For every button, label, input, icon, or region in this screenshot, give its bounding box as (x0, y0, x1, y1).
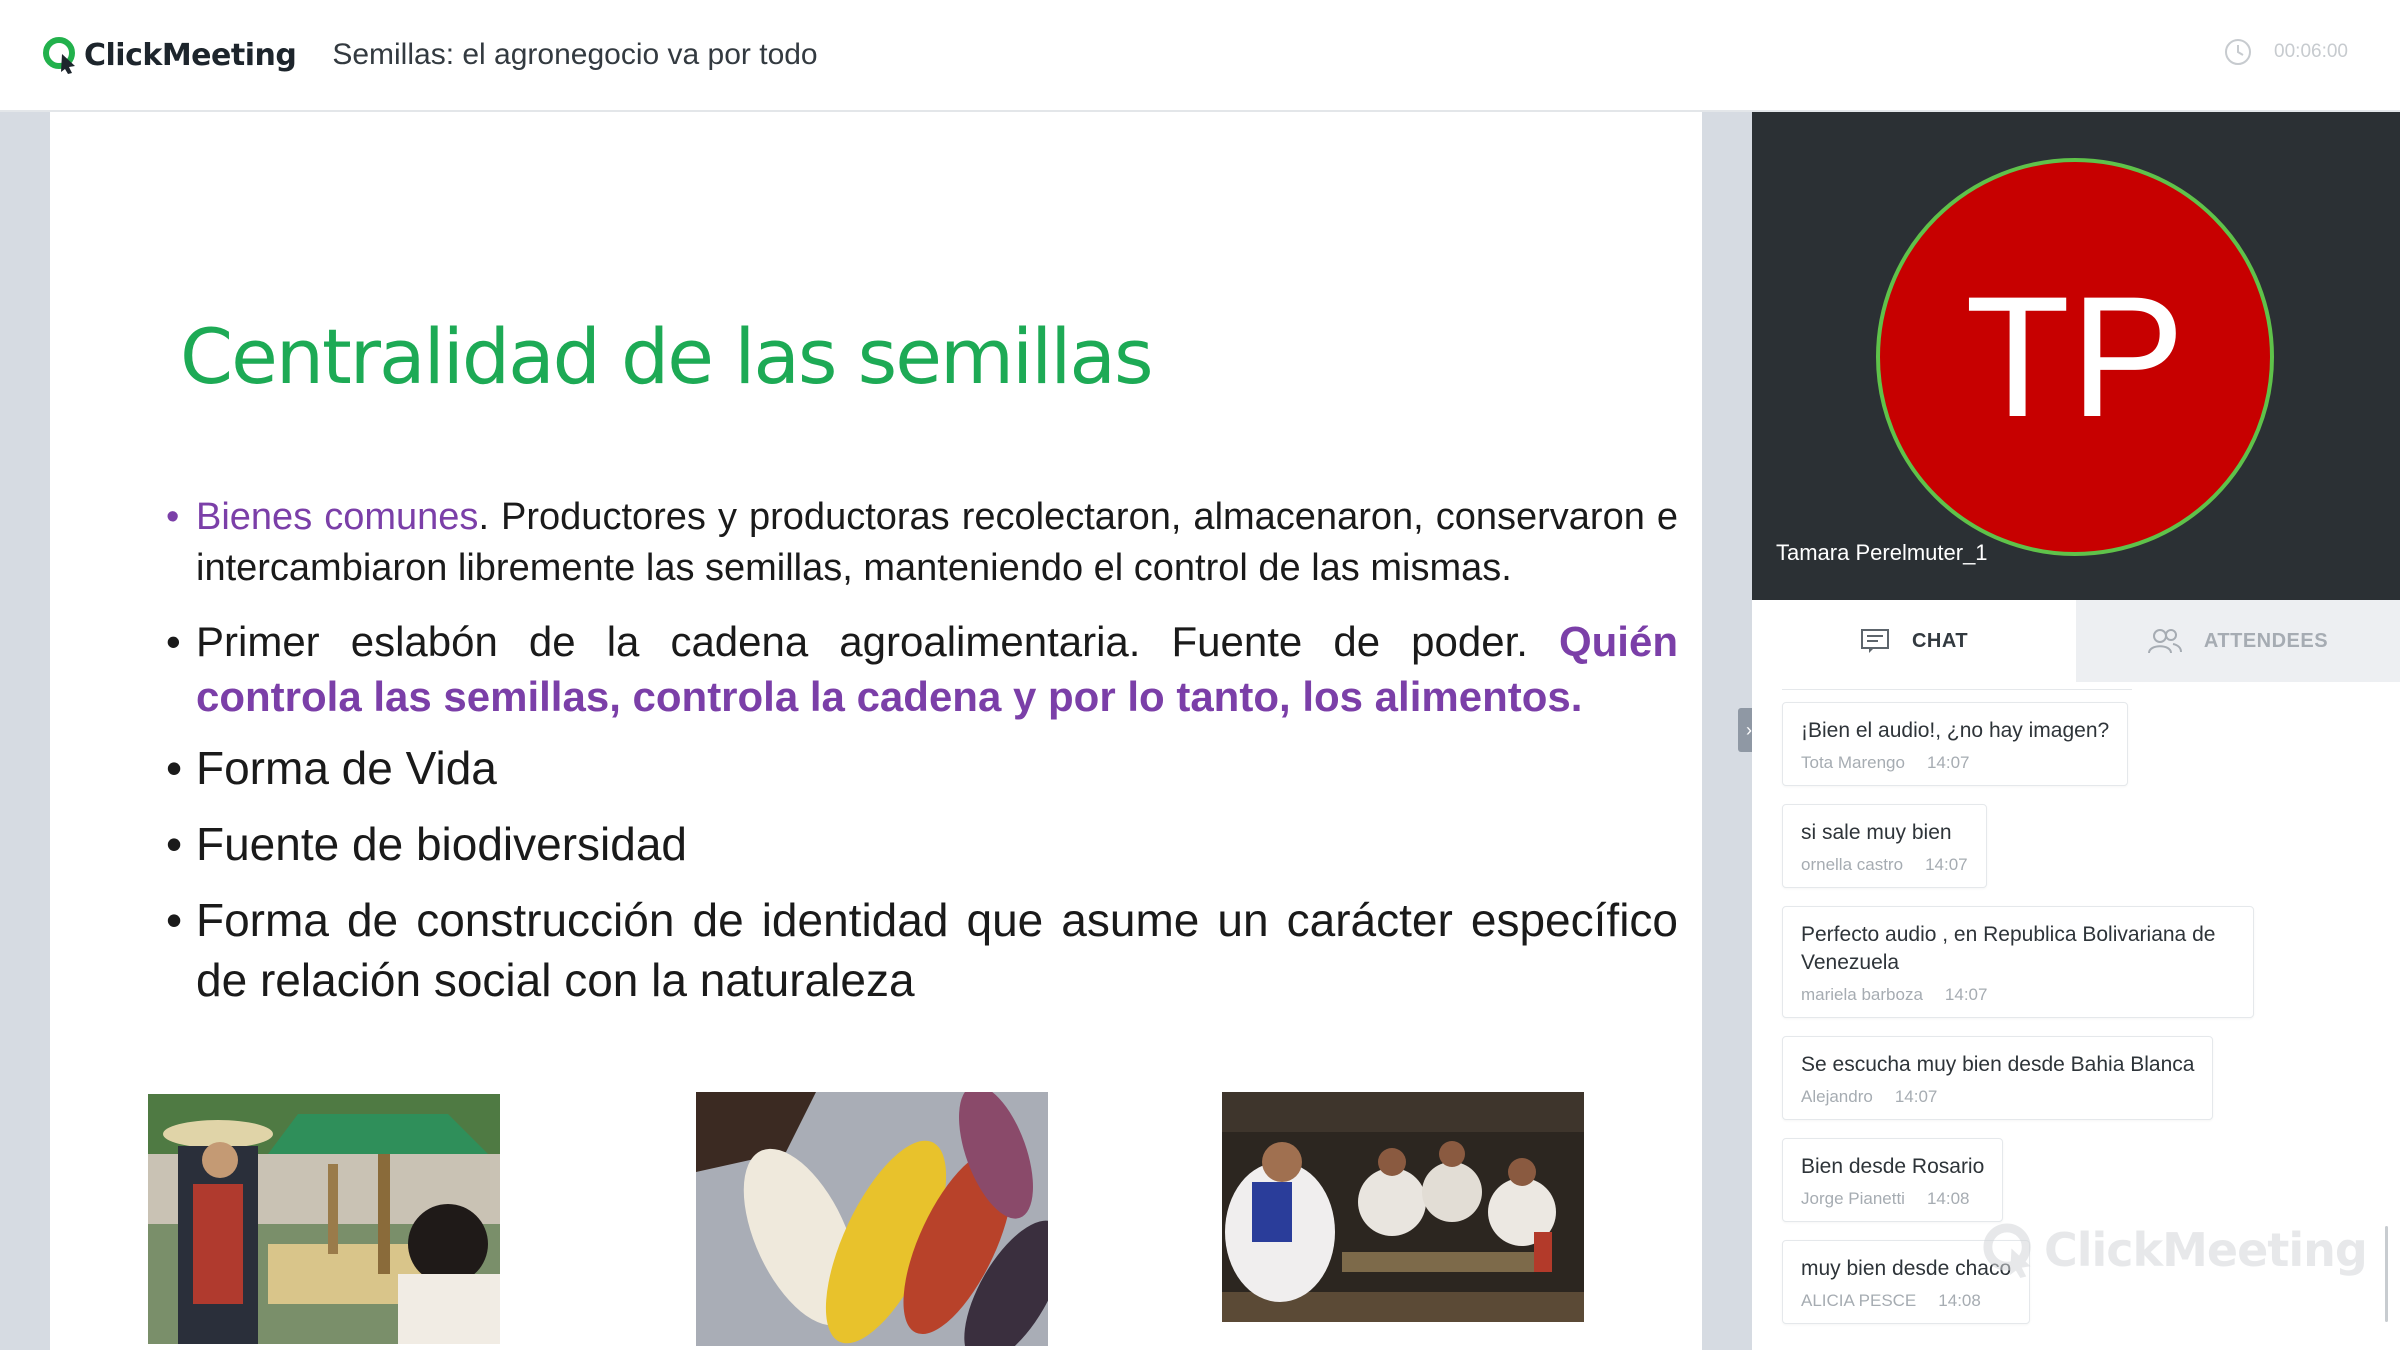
chat-message-author: Jorge Pianetti (1801, 1189, 1905, 1208)
chat-message: ¡Bien el audio!, ¿no hay imagen? Tota Ma… (1782, 702, 2129, 786)
slide-photo-ceremony (1222, 1092, 1584, 1322)
clickmeeting-watermark-icon (1983, 1223, 2031, 1278)
watermark-text: ClickMeeting (2044, 1223, 2368, 1277)
chat-message-author: Alejandro (1801, 1087, 1873, 1106)
slide-bullet-1: Bienes comunes. Productores y productora… (166, 492, 1678, 594)
presenter-avatar: TP (1876, 158, 2274, 556)
chat-message-meta: Alejandro 14:07 (1801, 1087, 2194, 1107)
tab-chat[interactable]: CHAT (1752, 600, 2076, 682)
chat-message-meta: Tota Marengo 14:07 (1801, 753, 2109, 773)
chat-message-time: 14:07 (1925, 855, 1968, 874)
tab-chat-label: CHAT (1911, 629, 1969, 652)
clickmeeting-logo: ClickMeeting (42, 25, 297, 85)
chat-message-time: 14:08 (1926, 1189, 1970, 1208)
chat-message: Perfecto audio , en Republica Bolivarian… (1782, 906, 2254, 1018)
chat-message-time: 14:07 (1944, 985, 1988, 1004)
presentation-margin-left (0, 112, 50, 1350)
chat-message-time: 14:07 (1894, 1087, 1938, 1106)
chat-message-time: 14:08 (1938, 1291, 1981, 1310)
presenter-video: TP Tamara Perelmuter_1 (1752, 112, 2400, 600)
chat-message-meta: ALICIA PESCE 14:08 (1801, 1291, 2011, 1311)
tab-attendees-label: ATTENDEES (2203, 629, 2329, 652)
chat-message-text: Bien desde Rosario (1801, 1155, 1985, 1178)
chat-message-meta: Jorge Pianetti 14:08 (1801, 1189, 1984, 1209)
chat-icon (1860, 629, 1889, 653)
chat-message-previous-edge (1782, 682, 2132, 690)
logo-text: ClickMeeting (84, 37, 297, 73)
presentation-slide: Centralidad de las semillas Bienes comun… (50, 112, 1702, 1350)
chat-message-author: Tota Marengo (1801, 753, 1905, 772)
slide-photo-corn (696, 1092, 1048, 1346)
tab-attendees[interactable]: ATTENDEES (2076, 600, 2400, 682)
chat-message-meta: ornella castro 14:07 (1801, 855, 1968, 875)
clickmeeting-watermark: ClickMeeting (1982, 1222, 2368, 1278)
top-bar: ClickMeeting Semillas: el agronegocio va… (0, 0, 2400, 112)
chat-message-text: muy bien desde chaco (1801, 1257, 2012, 1280)
chat-message-author: mariela barboza (1801, 985, 1923, 1004)
chat-scrollbar[interactable] (2385, 1226, 2388, 1322)
bullet-1-highlight: Bienes comunes (196, 496, 479, 538)
meeting-title: Semillas: el agronegocio va por todo (332, 38, 818, 71)
clickmeeting-logo-icon (43, 37, 75, 74)
chat-message-author: ornella castro (1801, 855, 1904, 874)
slide-bullet-3: Forma de Vida (166, 738, 1678, 798)
slide-bullet-5: Forma de construcción de identidad que a… (166, 890, 1678, 1010)
chat-message: Se escucha muy bien desde Bahia Blanca A… (1782, 1036, 2214, 1120)
slide-bullet-2: Primer eslabón de la cadena agroalimenta… (166, 614, 1678, 724)
chat-message: si sale muy bien ornella castro 14:07 (1782, 804, 1987, 888)
meeting-window: ClickMeeting Semillas: el agronegocio va… (0, 0, 2400, 1350)
chat-message-text: Se escucha muy bien desde Bahia Blanca (1801, 1053, 2195, 1076)
bullet-2-text: Primer eslabón de la cadena agroalimenta… (196, 618, 1559, 665)
meeting-timer: 00:06:00 (2224, 38, 2348, 66)
presenter-name: Tamara Perelmuter_1 (1776, 540, 1988, 565)
attendees-icon (2147, 629, 2182, 654)
chat-message-text: Perfecto audio , en Republica Bolivarian… (1801, 923, 2216, 974)
side-panel-tabs: CHAT ATTENDEES (1752, 600, 2400, 682)
slide-title: Centralidad de las semillas (180, 312, 1154, 401)
chat-message-text: ¡Bien el audio!, ¿no hay imagen? (1801, 719, 2110, 742)
chat-message-meta: mariela barboza 14:07 (1801, 985, 2235, 1005)
clock-icon (2225, 39, 2252, 65)
slide-bullet-4: Fuente de biodiversidad (166, 814, 1678, 874)
chat-message-text: si sale muy bien (1801, 821, 1952, 844)
slide-photo-seed-fair (148, 1094, 500, 1344)
slide-bullets: Bienes comunes. Productores y productora… (166, 492, 1678, 1010)
chat-message: Bien desde Rosario Jorge Pianetti 14:08 (1782, 1138, 2004, 1222)
timer-value: 00:06:00 (2274, 41, 2348, 62)
chat-message-time: 14:07 (1926, 753, 1970, 772)
chat-message-author: ALICIA PESCE (1801, 1291, 1917, 1310)
